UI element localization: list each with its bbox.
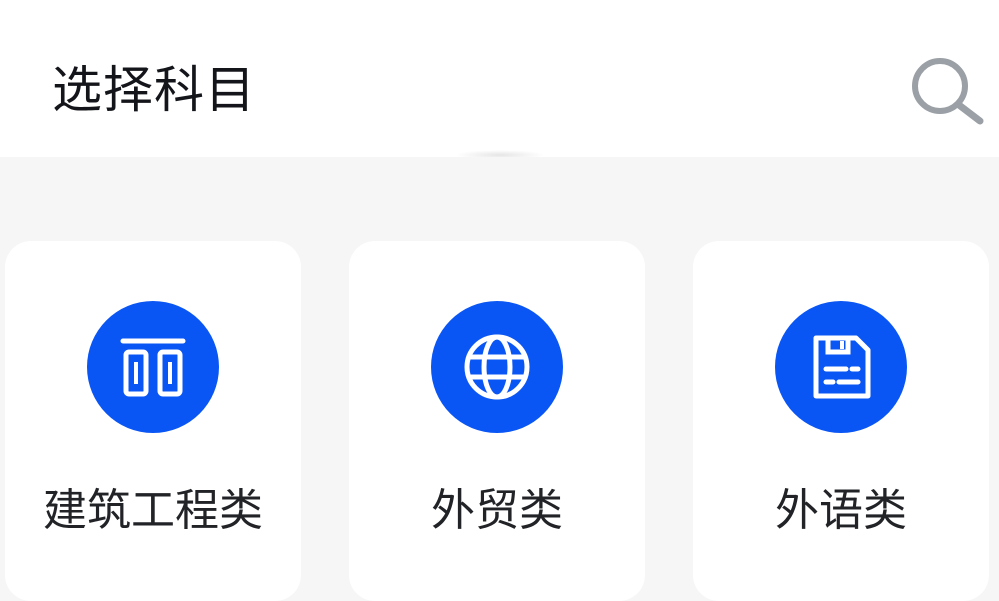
category-icon-badge	[775, 301, 907, 433]
search-icon	[912, 58, 984, 125]
search-button[interactable]	[906, 52, 988, 128]
category-icon-badge	[431, 301, 563, 433]
category-label: 外语类	[775, 485, 907, 536]
page-title: 选择科目	[52, 61, 256, 119]
globe-icon	[464, 334, 530, 400]
category-label: 建筑工程类	[43, 485, 263, 536]
category-icon-badge	[87, 301, 219, 433]
floppy-document-icon	[813, 335, 871, 399]
category-label: 外贸类	[431, 485, 563, 536]
category-card-foreign-trade[interactable]: 外贸类	[349, 241, 645, 601]
top-bar: 选择科目	[0, 0, 999, 157]
building-columns-icon	[120, 338, 186, 397]
category-card-construction[interactable]: 建筑工程类	[5, 241, 301, 601]
category-card-foreign-language[interactable]: 外语类	[693, 241, 989, 601]
